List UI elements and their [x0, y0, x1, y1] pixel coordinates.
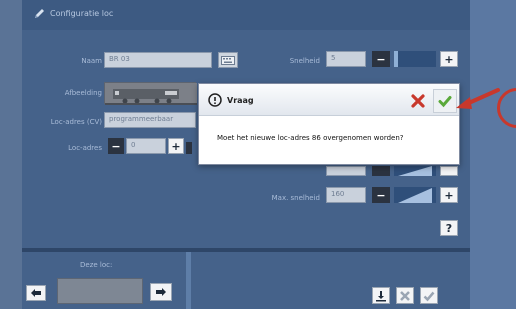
- pencil-icon: [35, 9, 44, 18]
- hidden-increment-a[interactable]: [440, 166, 458, 176]
- address-field[interactable]: 0: [126, 138, 166, 154]
- apply-button[interactable]: [420, 287, 438, 304]
- save-button[interactable]: [372, 287, 390, 304]
- plus-icon: +: [444, 52, 454, 66]
- locomotive-image: [105, 83, 197, 105]
- max-speed-increment-button[interactable]: +: [440, 187, 458, 203]
- max-speed-slider[interactable]: [394, 187, 436, 203]
- question-icon: [208, 93, 222, 107]
- max-speed-field[interactable]: 160: [326, 187, 366, 203]
- arrow-left-icon: [31, 289, 41, 297]
- previous-loc-button[interactable]: [26, 285, 46, 301]
- address-decrement-button[interactable]: −: [108, 138, 124, 154]
- plus-icon: +: [171, 139, 181, 153]
- right-backdrop: [470, 0, 516, 309]
- discard-button[interactable]: [396, 287, 414, 304]
- lower-separator: [186, 252, 191, 309]
- address-edge: [186, 142, 192, 154]
- minus-icon: −: [111, 139, 121, 153]
- address-cv-label: Loc-adres (CV): [50, 118, 102, 126]
- dialog-cancel-button[interactable]: [408, 91, 428, 111]
- speed-slider[interactable]: [394, 51, 436, 67]
- address-label: Loc-adres: [68, 144, 102, 152]
- dialog-message: Moet het nieuwe loc-adres 86 overgenomen…: [217, 134, 404, 142]
- next-loc-button[interactable]: [150, 283, 172, 301]
- max-speed-label: Max. snelheid: [271, 194, 320, 202]
- max-speed-decrement-button[interactable]: −: [372, 187, 390, 203]
- question-dialog: Vraag Moet het nieuwe loc-adres 86 overg…: [198, 83, 460, 165]
- question-icon: ?: [445, 221, 453, 235]
- speed-label: Snelheid: [289, 57, 320, 65]
- download-icon: [376, 290, 386, 301]
- speed-slider-fill: [394, 51, 399, 67]
- hidden-slider-a[interactable]: [394, 166, 436, 176]
- speed-field[interactable]: 5: [326, 51, 366, 67]
- loc-image[interactable]: [104, 82, 197, 105]
- hidden-decrement-a[interactable]: [372, 166, 390, 176]
- arrow-right-icon: [156, 288, 166, 296]
- close-icon: [400, 290, 410, 301]
- speed-decrement-button[interactable]: −: [372, 51, 390, 67]
- close-icon: [411, 94, 425, 108]
- keyboard-icon: [221, 55, 235, 65]
- ramp-graphic-b: [398, 188, 432, 203]
- this-loc-label: Deze loc:: [80, 261, 113, 269]
- panel-title: Configuratie loc: [50, 9, 114, 18]
- speed-increment-button[interactable]: +: [440, 51, 458, 67]
- name-label: Naam: [81, 57, 102, 65]
- address-mode-field[interactable]: programmeerbaar: [104, 112, 196, 128]
- ramp-graphic-a: [398, 166, 432, 176]
- loc-thumbnail[interactable]: [57, 278, 143, 304]
- minus-icon: −: [376, 188, 386, 202]
- name-field[interactable]: BR 03: [104, 52, 212, 68]
- dialog-title: Vraag: [227, 96, 254, 105]
- minus-icon: −: [376, 52, 386, 66]
- keyboard-button[interactable]: [218, 52, 238, 68]
- plus-icon: +: [444, 188, 454, 202]
- hidden-field-a[interactable]: [326, 166, 366, 176]
- app-window: Configuratie loc Naam BR 03 Afbeelding L…: [0, 0, 516, 309]
- address-increment-button[interactable]: +: [168, 138, 184, 154]
- check-icon: [423, 291, 435, 301]
- image-label: Afbeelding: [64, 89, 102, 97]
- help-button[interactable]: ?: [440, 220, 458, 236]
